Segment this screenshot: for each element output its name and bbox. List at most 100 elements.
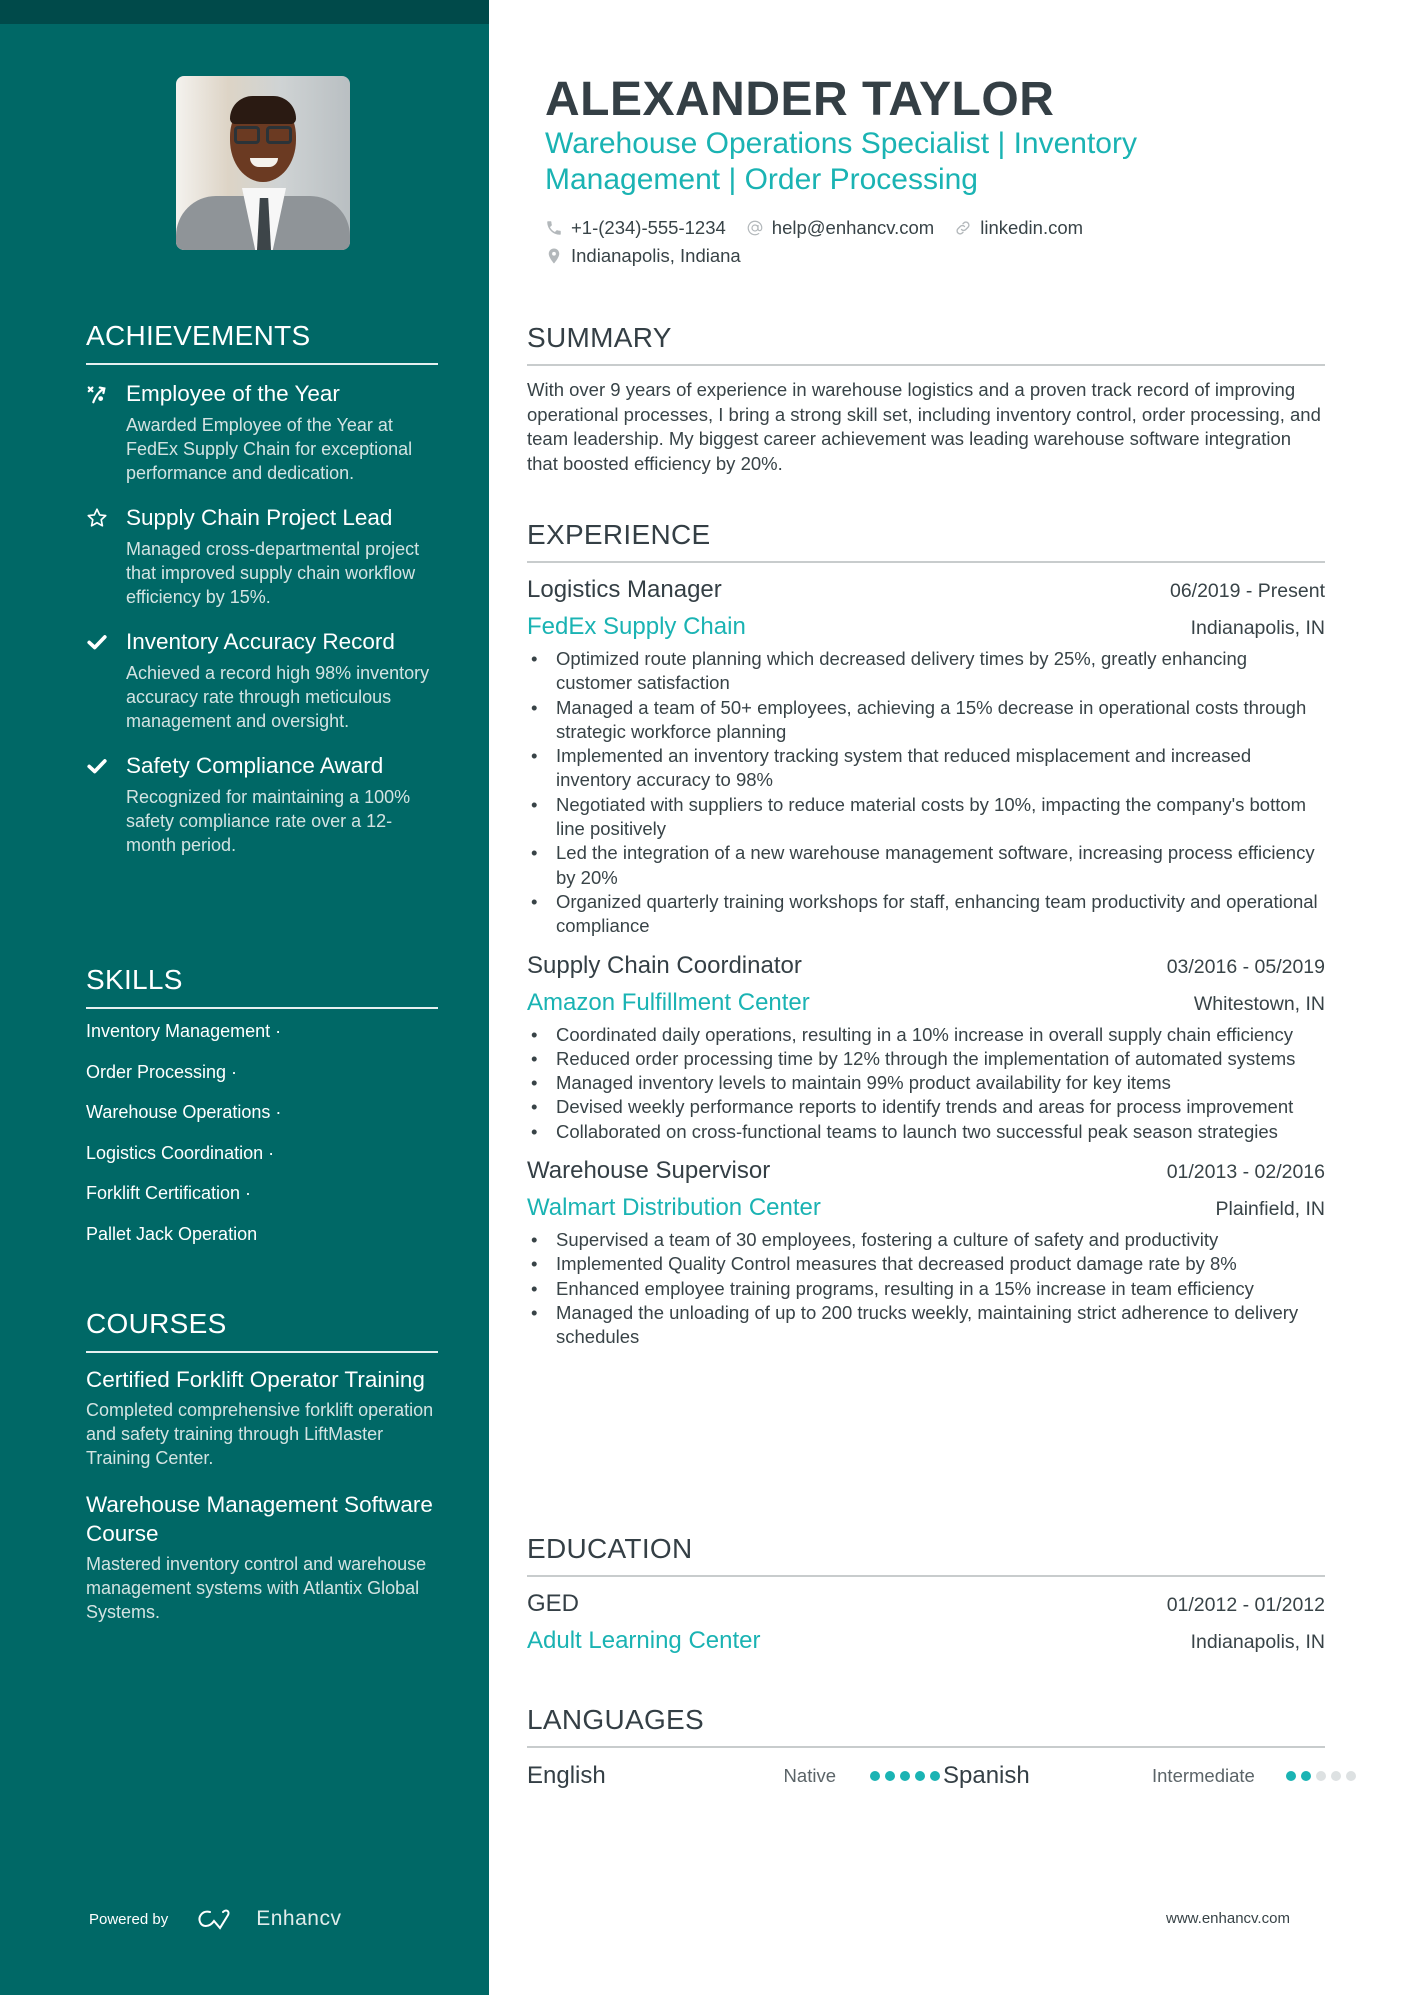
education-entry: GED 01/2012 - 01/2012 Adult Learning Cen…: [527, 1587, 1325, 1661]
star-icon: [86, 503, 126, 609]
job-bullet: Reduced order processing time by 12% thr…: [527, 1047, 1325, 1072]
summary-text: With over 9 years of experience in wareh…: [527, 379, 1321, 474]
language-name: English: [527, 1762, 606, 1789]
location: Indianapolis, Indiana: [571, 245, 741, 266]
rating-dot-filled: [870, 1771, 880, 1781]
language-rating: [1286, 1771, 1361, 1781]
education-section: EDUCATION GED 01/2012 - 01/2012 Adult Le…: [527, 1533, 1325, 1661]
rating-dot-filled: [915, 1771, 925, 1781]
footer-url[interactable]: www.enhancv.com: [1166, 1910, 1290, 1927]
skill-item: Forklift Certification ·: [86, 1183, 252, 1203]
achievement-description: Awarded Employee of the Year at FedEx Su…: [126, 415, 413, 483]
education-school[interactable]: Adult Learning Center: [527, 1621, 760, 1661]
job-bullet: Implemented Quality Control measures tha…: [527, 1252, 1325, 1277]
job-bullet: Managed the unloading of up to 200 truck…: [527, 1301, 1325, 1350]
rating-dot-empty: [1331, 1771, 1341, 1781]
job-bullet: Managed a team of 50+ employees, achievi…: [527, 696, 1325, 745]
course-item: Warehouse Management Software Course Mas…: [86, 1490, 438, 1624]
course-title: Warehouse Management Software Course: [86, 1492, 433, 1546]
phone-number: +1-(234)-555-1234: [571, 217, 726, 238]
job-title: Logistics Manager: [527, 576, 722, 603]
job-bullet: Coordinated daily operations, resulting …: [527, 1023, 1325, 1048]
contact-phone[interactable]: +1-(234)-555-1234: [545, 217, 726, 239]
location-pin-icon: [548, 248, 560, 264]
job-company[interactable]: Amazon Fulfillment Center: [527, 983, 810, 1023]
achievement-title: Supply Chain Project Lead: [126, 505, 393, 530]
job-bullet: Collaborated on cross-functional teams t…: [527, 1120, 1325, 1145]
check-icon: [86, 751, 126, 857]
contact-info: +1-(234)-555-1234 help@enhancv.com linke…: [545, 214, 1225, 270]
achievement-title: Safety Compliance Award: [126, 753, 384, 778]
contact-link[interactable]: linkedin.com: [954, 217, 1083, 239]
skill-item: Pallet Jack Operation: [86, 1223, 258, 1244]
job-bullet: Devised weekly performance reports to id…: [527, 1095, 1325, 1120]
job-company[interactable]: FedEx Supply Chain: [527, 607, 746, 647]
experience-title: EXPERIENCE: [527, 519, 1325, 563]
language-item: English Native: [527, 1762, 945, 1790]
email-address: help@enhancv.com: [771, 217, 935, 238]
languages-section: LANGUAGES English Native Spanish Interme…: [527, 1704, 1356, 1792]
achievements-section: ACHIEVEMENTS Employee of the Year Awarde…: [86, 320, 438, 875]
powered-by: Powered by Enhancv: [89, 1907, 341, 1931]
course-title: Certified Forklift Operator Training: [86, 1367, 425, 1392]
job-dates: 01/2013 - 02/2016: [1166, 1161, 1325, 1184]
courses-section: COURSES Certified Forklift Operator Trai…: [86, 1308, 438, 1644]
course-description: Completed comprehensive forklift operati…: [86, 1400, 434, 1468]
job-dates: 06/2019 - Present: [1169, 580, 1325, 602]
job-title: Supply Chain Coordinator: [527, 951, 802, 979]
powered-by-label: Powered by: [89, 1910, 169, 1928]
job-entry: Supply Chain Coordinator 03/2016 - 05/20…: [527, 949, 1325, 1145]
course-description: Mastered inventory control and warehouse…: [86, 1554, 427, 1622]
job-bullet: Managed inventory levels to maintain 99%…: [527, 1071, 1325, 1096]
education-degree: GED: [527, 1590, 580, 1617]
candidate-name: ALEXANDER TAYLOR: [545, 73, 1055, 126]
achievement-item: Employee of the Year Awarded Employee of…: [86, 379, 438, 485]
achievement-item: Inventory Accuracy Record Achieved a rec…: [86, 627, 438, 733]
languages-title: LANGUAGES: [527, 1704, 1325, 1748]
achievement-title: Employee of the Year: [126, 381, 340, 406]
achievement-item: Supply Chain Project Lead Managed cross-…: [86, 503, 438, 609]
sidebar-top-strip: [0, 0, 489, 24]
at-icon: [747, 220, 763, 236]
job-bullet: Optimized route planning which decreased…: [527, 647, 1325, 696]
profile-photo: [176, 76, 350, 250]
course-item: Certified Forklift Operator Training Com…: [86, 1365, 438, 1470]
rating-dot-empty: [1346, 1771, 1356, 1781]
job-location: Whitestown, IN: [1193, 992, 1325, 1015]
candidate-headline: Warehouse Operations Specialist | Invent…: [545, 127, 1137, 196]
education-dates: 01/2012 - 01/2012: [1166, 1594, 1325, 1616]
language-name: Spanish: [943, 1762, 1030, 1789]
job-location: Plainfield, IN: [1215, 1198, 1325, 1221]
achievement-title: Inventory Accuracy Record: [126, 629, 395, 654]
job-bullet: Enhanced employee training programs, res…: [527, 1277, 1325, 1302]
check-icon: [86, 627, 126, 733]
strategy-icon: [86, 379, 126, 485]
education-location: Indianapolis, IN: [1190, 1631, 1325, 1653]
language-level: Native: [783, 1765, 836, 1786]
achievement-description: Achieved a record high 98% inventory acc…: [126, 663, 430, 731]
language-item: Spanish Intermediate: [943, 1762, 1361, 1790]
contact-location: Indianapolis, Indiana: [545, 245, 741, 267]
education-title: EDUCATION: [527, 1533, 1325, 1577]
job-company[interactable]: Walmart Distribution Center: [527, 1188, 821, 1228]
skills-title: SKILLS: [86, 964, 438, 1009]
rating-dot-filled: [1286, 1771, 1296, 1781]
link-icon: [956, 221, 970, 235]
phone-icon: [547, 221, 561, 235]
courses-title: COURSES: [86, 1308, 438, 1353]
job-bullet: Led the integration of a new warehouse m…: [527, 841, 1325, 890]
experience-section: EXPERIENCE Logistics Manager 06/2019 - P…: [527, 519, 1325, 1350]
rating-dot-filled: [1301, 1771, 1311, 1781]
rating-dot-filled: [930, 1771, 940, 1781]
contact-email[interactable]: help@enhancv.com: [746, 217, 934, 239]
skill-item: Inventory Management ·: [86, 1021, 282, 1041]
job-dates: 03/2016 - 05/2019: [1166, 955, 1325, 978]
skill-item: Logistics Coordination ·: [86, 1142, 275, 1163]
enhancv-logo-icon[interactable]: [196, 1907, 242, 1931]
job-location: Indianapolis, IN: [1190, 617, 1325, 639]
job-bullet: Organized quarterly training workshops f…: [527, 890, 1325, 939]
job-bullet: Implemented an inventory tracking system…: [527, 744, 1325, 793]
enhancv-brand[interactable]: Enhancv: [256, 1907, 341, 1931]
achievements-title: ACHIEVEMENTS: [86, 320, 438, 365]
job-bullet: Negotiated with suppliers to reduce mate…: [527, 793, 1325, 842]
